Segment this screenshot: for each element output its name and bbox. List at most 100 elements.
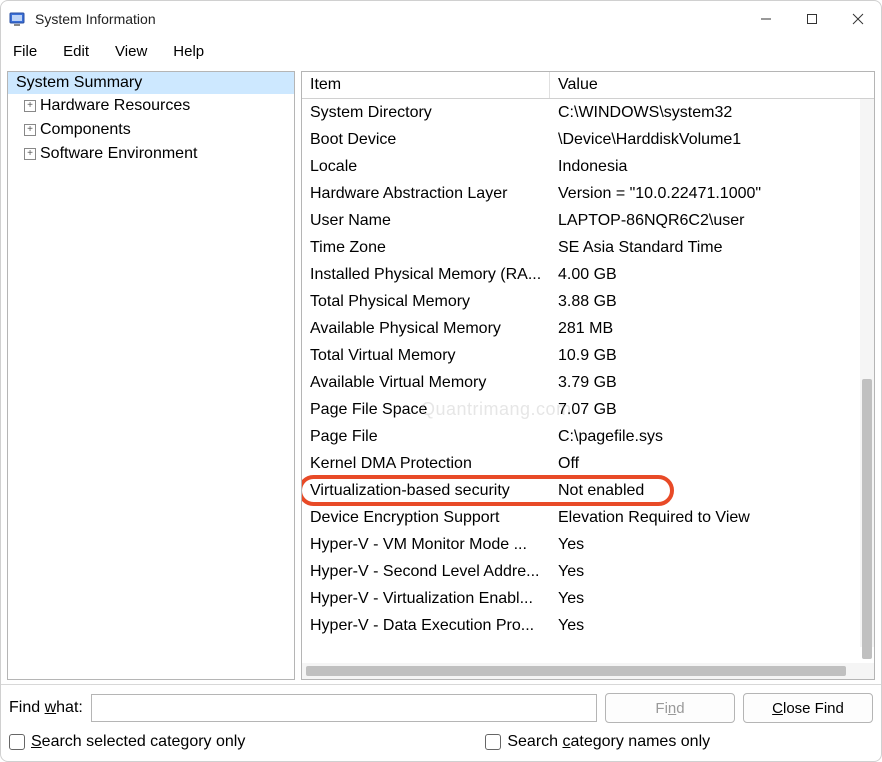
list-row[interactable]: Installed Physical Memory (RA...4.00 GB xyxy=(302,261,874,288)
category-tree[interactable]: System Summary + Hardware Resources + Co… xyxy=(7,71,295,680)
cell-value: 3.88 GB xyxy=(550,288,874,315)
search-category-names-checkbox[interactable]: Search category names only xyxy=(485,733,710,751)
cell-item: Hyper-V - VM Monitor Mode ... xyxy=(302,531,550,558)
titlebar: System Information xyxy=(1,1,881,37)
cell-item: Device Encryption Support xyxy=(302,504,550,531)
menu-edit[interactable]: Edit xyxy=(59,41,93,62)
cell-value: Yes xyxy=(550,531,874,558)
cell-value: 4.00 GB xyxy=(550,261,874,288)
checkbox-icon xyxy=(9,734,25,750)
menu-file[interactable]: File xyxy=(9,41,41,62)
find-button[interactable]: Find xyxy=(605,693,735,723)
cell-value: Yes xyxy=(550,585,874,612)
horizontal-scroll-thumb[interactable] xyxy=(306,666,846,676)
cell-item: Hardware Abstraction Layer xyxy=(302,180,550,207)
list-row[interactable]: Hyper-V - VM Monitor Mode ...Yes xyxy=(302,531,874,558)
vertical-scrollbar[interactable] xyxy=(860,99,874,647)
list-header[interactable]: Item Value xyxy=(302,72,874,99)
cell-value: Not enabled xyxy=(550,477,874,504)
cell-value: \Device\HarddiskVolume1 xyxy=(550,126,874,153)
horizontal-scrollbar[interactable] xyxy=(302,663,874,679)
cell-item: Hyper-V - Virtualization Enabl... xyxy=(302,585,550,612)
cell-item: Available Physical Memory xyxy=(302,315,550,342)
menubar: File Edit View Help xyxy=(1,37,881,65)
system-information-window: System Information File Edit View Help S… xyxy=(0,0,882,762)
cell-item: Hyper-V - Second Level Addre... xyxy=(302,558,550,585)
find-what-label: Find what: xyxy=(9,699,83,717)
cell-value: Yes xyxy=(550,558,874,585)
checkbox-label: Search selected category only xyxy=(31,733,245,751)
cell-item: Virtualization-based security xyxy=(302,477,550,504)
details-list: Item Value System DirectoryC:\WINDOWS\sy… xyxy=(301,71,875,680)
expand-icon[interactable]: + xyxy=(24,124,36,136)
cell-item: Time Zone xyxy=(302,234,550,261)
list-row[interactable]: Hardware Abstraction LayerVersion = "10.… xyxy=(302,180,874,207)
list-row[interactable]: Virtualization-based securityNot enabled xyxy=(302,477,874,504)
list-row[interactable]: Available Virtual Memory3.79 GB xyxy=(302,369,874,396)
list-row[interactable]: Hyper-V - Data Execution Pro...Yes xyxy=(302,612,874,639)
column-header-value[interactable]: Value xyxy=(550,72,874,98)
expand-icon[interactable]: + xyxy=(24,100,36,112)
list-row[interactable]: Total Physical Memory3.88 GB xyxy=(302,288,874,315)
cell-value: C:\WINDOWS\system32 xyxy=(550,99,874,126)
cell-value: Yes xyxy=(550,612,874,639)
list-row[interactable]: Hyper-V - Virtualization Enabl...Yes xyxy=(302,585,874,612)
cell-value: 7.07 GB xyxy=(550,396,874,423)
menu-help[interactable]: Help xyxy=(169,41,208,62)
tree-root-system-summary[interactable]: System Summary xyxy=(8,72,294,94)
tree-node-components[interactable]: + Components xyxy=(16,118,294,142)
tree-node-software-environment[interactable]: + Software Environment xyxy=(16,142,294,166)
tree-node-hardware-resources[interactable]: + Hardware Resources xyxy=(16,94,294,118)
tree-node-label: Hardware Resources xyxy=(40,97,190,115)
checkbox-icon xyxy=(485,734,501,750)
find-what-input[interactable] xyxy=(91,694,597,722)
cell-value: SE Asia Standard Time xyxy=(550,234,874,261)
cell-item: Kernel DMA Protection xyxy=(302,450,550,477)
list-row[interactable]: Page FileC:\pagefile.sys xyxy=(302,423,874,450)
cell-value: 10.9 GB xyxy=(550,342,874,369)
cell-value: 281 MB xyxy=(550,315,874,342)
minimize-button[interactable] xyxy=(743,1,789,37)
cell-item: Total Virtual Memory xyxy=(302,342,550,369)
list-row[interactable]: Boot Device\Device\HarddiskVolume1 xyxy=(302,126,874,153)
list-row[interactable]: Kernel DMA ProtectionOff xyxy=(302,450,874,477)
list-row[interactable]: System DirectoryC:\WINDOWS\system32 xyxy=(302,99,874,126)
cell-item: Page File xyxy=(302,423,550,450)
list-row[interactable]: LocaleIndonesia xyxy=(302,153,874,180)
search-selected-category-checkbox[interactable]: Search selected category only xyxy=(9,733,245,751)
tree-node-label: Software Environment xyxy=(40,145,197,163)
close-button[interactable] xyxy=(835,1,881,37)
cell-value: LAPTOP-86NQR6C2\user xyxy=(550,207,874,234)
cell-item: User Name xyxy=(302,207,550,234)
cell-value: 3.79 GB xyxy=(550,369,874,396)
cell-value: Version = "10.0.22471.1000" xyxy=(550,180,874,207)
list-row[interactable]: Total Virtual Memory10.9 GB xyxy=(302,342,874,369)
cell-value: C:\pagefile.sys xyxy=(550,423,874,450)
cell-value: Off xyxy=(550,450,874,477)
list-row[interactable]: User NameLAPTOP-86NQR6C2\user xyxy=(302,207,874,234)
cell-value: Elevation Required to View xyxy=(550,504,874,531)
close-find-button[interactable]: Close Find xyxy=(743,693,873,723)
cell-value: Indonesia xyxy=(550,153,874,180)
cell-item: Total Physical Memory xyxy=(302,288,550,315)
list-row[interactable]: Hyper-V - Second Level Addre...Yes xyxy=(302,558,874,585)
list-row[interactable]: Page File Space7.07 GB xyxy=(302,396,874,423)
cell-item: Hyper-V - Data Execution Pro... xyxy=(302,612,550,639)
checkbox-label: Search category names only xyxy=(507,733,710,751)
cell-item: Page File Space xyxy=(302,396,550,423)
cell-item: Boot Device xyxy=(302,126,550,153)
menu-view[interactable]: View xyxy=(111,41,151,62)
maximize-button[interactable] xyxy=(789,1,835,37)
cell-item: Installed Physical Memory (RA... xyxy=(302,261,550,288)
list-row[interactable]: Device Encryption SupportElevation Requi… xyxy=(302,504,874,531)
find-panel: Find what: Find Close Find Search select… xyxy=(1,684,881,761)
list-row[interactable]: Time ZoneSE Asia Standard Time xyxy=(302,234,874,261)
tree-node-label: Components xyxy=(40,121,131,139)
column-header-item[interactable]: Item xyxy=(302,72,550,98)
expand-icon[interactable]: + xyxy=(24,148,36,160)
cell-item: Available Virtual Memory xyxy=(302,369,550,396)
content-area: System Summary + Hardware Resources + Co… xyxy=(1,65,881,684)
vertical-scroll-thumb[interactable] xyxy=(862,379,872,659)
cell-item: System Directory xyxy=(302,99,550,126)
list-row[interactable]: Available Physical Memory281 MB xyxy=(302,315,874,342)
